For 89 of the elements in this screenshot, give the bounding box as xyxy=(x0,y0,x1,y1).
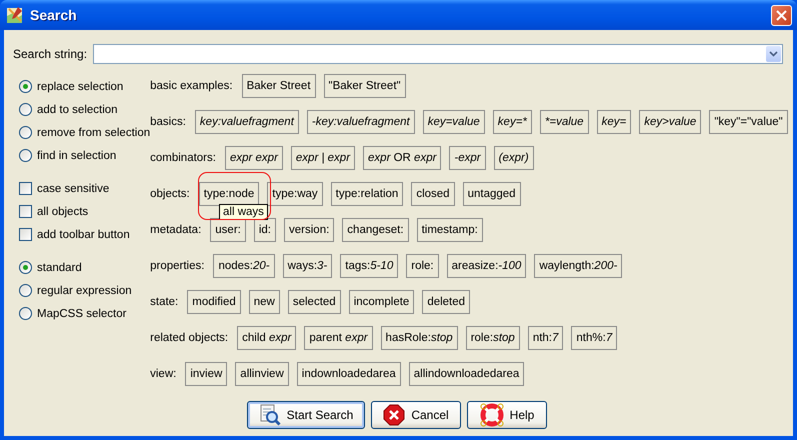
example-button[interactable]: untagged xyxy=(462,182,521,206)
example-button[interactable]: type:node xyxy=(198,182,260,206)
example-button[interactable]: inview xyxy=(185,362,228,386)
radio-label[interactable]: MapCSS selector xyxy=(37,308,126,320)
search-field[interactable] xyxy=(93,44,783,64)
row-label: view: xyxy=(150,368,176,380)
example-button[interactable]: hasRole:stop xyxy=(380,326,458,350)
close-button[interactable] xyxy=(771,4,792,26)
example-button[interactable]: nth%:7 xyxy=(571,326,618,350)
example-button[interactable]: deleted xyxy=(422,290,470,314)
checkbox[interactable] xyxy=(19,205,32,218)
example-button[interactable]: tags:5-10 xyxy=(340,254,398,278)
example-button[interactable]: version: xyxy=(284,218,334,242)
example-button[interactable]: areasize:-100 xyxy=(446,254,526,278)
checkbox[interactable] xyxy=(19,182,32,195)
radio-button[interactable] xyxy=(19,103,32,116)
example-button[interactable]: nth:7 xyxy=(528,326,564,350)
row-label: state: xyxy=(150,296,178,308)
tooltip: all ways xyxy=(219,204,268,220)
example-button[interactable]: type:relation xyxy=(330,182,404,206)
radio-button[interactable] xyxy=(19,284,32,297)
example-button[interactable]: changeset: xyxy=(342,218,409,242)
example-button[interactable]: -expr xyxy=(449,146,486,170)
example-button[interactable]: -key:valuefragment xyxy=(306,110,415,134)
row-label: basics: xyxy=(150,116,186,128)
radio-label[interactable]: find in selection xyxy=(37,150,116,162)
radio-label[interactable]: regular expression xyxy=(37,284,132,296)
example-button[interactable]: type:way xyxy=(267,182,323,206)
example-button[interactable]: closed xyxy=(411,182,455,206)
field-label: Search string: xyxy=(13,47,88,61)
radio-button[interactable] xyxy=(19,80,32,93)
example-button[interactable]: key=* xyxy=(492,110,532,134)
example-button[interactable]: new xyxy=(248,290,280,314)
close-icon[interactable] xyxy=(776,10,787,20)
radio-label[interactable]: standard xyxy=(37,262,82,274)
radio-button[interactable] xyxy=(19,261,32,274)
checkbox-label[interactable]: add toolbar button xyxy=(37,228,130,240)
example-button[interactable]: allinview xyxy=(235,362,289,386)
example-button[interactable]: indownloadedarea xyxy=(296,362,401,386)
row-label: combinators: xyxy=(150,152,216,164)
checkbox-label[interactable]: case sensitive xyxy=(37,182,110,194)
radio-label[interactable]: remove from selection xyxy=(37,126,150,138)
example-button[interactable]: key=value xyxy=(422,110,485,134)
checkbox-label[interactable]: all objects xyxy=(37,206,88,218)
row-label: basic examples: xyxy=(150,80,233,92)
example-button[interactable]: ways:3- xyxy=(282,254,332,278)
example-button[interactable]: (expr) xyxy=(494,146,534,170)
example-button[interactable]: *=value xyxy=(540,110,589,134)
example-button[interactable]: expr expr xyxy=(224,146,283,170)
example-button[interactable]: id: xyxy=(254,218,276,242)
example-button[interactable]: timestamp: xyxy=(416,218,483,242)
example-button[interactable]: user: xyxy=(210,218,246,242)
example-button[interactable]: allindownloadedarea xyxy=(408,362,524,386)
example-button[interactable]: waylength:200- xyxy=(534,254,622,278)
example-button[interactable]: child expr xyxy=(237,326,296,350)
dropdown-icon[interactable] xyxy=(769,51,778,57)
example-button[interactable]: modified xyxy=(187,290,241,314)
map-icon xyxy=(6,6,24,24)
example-button[interactable]: key= xyxy=(596,110,632,134)
example-button[interactable]: role:stop xyxy=(466,326,520,350)
example-button[interactable]: role: xyxy=(406,254,439,278)
example-button[interactable]: expr | expr xyxy=(290,146,356,170)
search-icon xyxy=(258,404,281,426)
radio-button[interactable] xyxy=(19,126,32,139)
search-button[interactable]: Start Search xyxy=(247,401,365,429)
radio-label[interactable]: add to selection xyxy=(37,104,118,116)
lifebuoy-icon xyxy=(480,403,504,427)
example-button[interactable]: key>value xyxy=(639,110,702,134)
row-label: related objects: xyxy=(150,332,228,344)
help-button[interactable]: Help xyxy=(467,401,547,429)
row-label: metadata: xyxy=(150,224,202,236)
example-button[interactable]: expr OR expr xyxy=(363,146,442,170)
row-label: objects: xyxy=(150,188,190,200)
example-button[interactable]: selected xyxy=(288,290,341,314)
radio-button[interactable] xyxy=(19,307,32,320)
example-button[interactable]: "Baker Street" xyxy=(324,74,406,98)
row-label: properties: xyxy=(150,260,204,272)
cancel-icon xyxy=(383,404,406,426)
radio-label[interactable]: replace selection xyxy=(37,80,124,92)
example-button[interactable]: nodes:20- xyxy=(213,254,275,278)
checkbox[interactable] xyxy=(19,228,32,241)
example-button[interactable]: parent expr xyxy=(304,326,373,350)
example-button[interactable]: "key"="value" xyxy=(709,110,788,134)
example-button[interactable]: key:valuefragment xyxy=(194,110,299,134)
example-button[interactable]: Baker Street xyxy=(242,74,316,98)
radio-button[interactable] xyxy=(19,149,32,162)
example-button[interactable]: incomplete xyxy=(348,290,414,314)
cancel-button[interactable]: Cancel xyxy=(371,401,461,429)
window-title: Search xyxy=(30,7,78,23)
